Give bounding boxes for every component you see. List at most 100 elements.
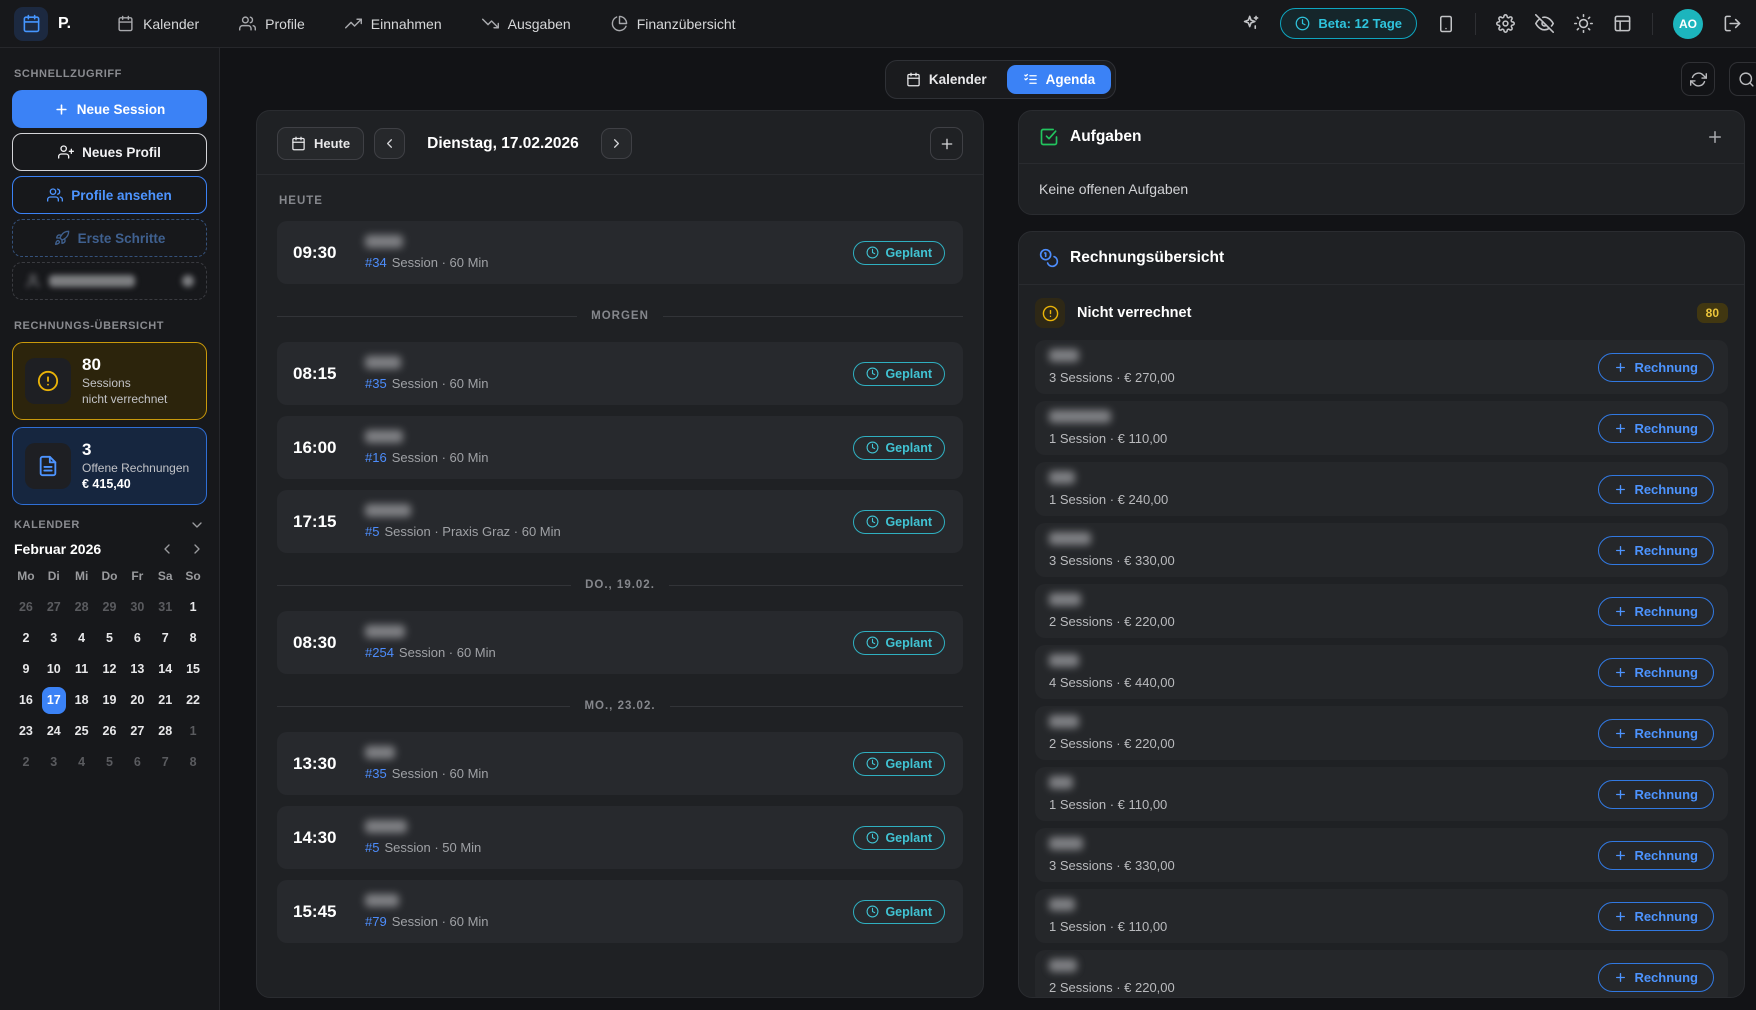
create-invoice-button[interactable]: Rechnung [1598,353,1714,382]
agenda-entry[interactable]: 08:15 #35Session · 60 Min Geplant [277,342,963,405]
calendar-day[interactable]: 8 [181,749,205,776]
create-invoice-button[interactable]: Rechnung [1598,841,1714,870]
nav-profile[interactable]: Profile [239,15,305,32]
invoice-row[interactable]: 3 Sessions · € 270,00 Rechnung [1035,340,1728,394]
calendar-day[interactable]: 15 [181,656,205,683]
settings-button[interactable] [1496,14,1515,33]
avatar[interactable]: AO [1673,9,1703,39]
create-invoice-button[interactable]: Rechnung [1598,719,1714,748]
calendar-day[interactable]: 22 [181,687,205,714]
view-profiles-button[interactable]: Profile ansehen [12,176,207,214]
calendar-day[interactable]: 1 [181,718,205,745]
calendar-day[interactable]: 26 [14,594,38,621]
calendar-day[interactable]: 31 [153,594,177,621]
calendar-day[interactable]: 9 [14,656,38,683]
nav-finanzuebersicht[interactable]: Finanzübersicht [611,15,736,32]
calendar-day[interactable]: 14 [153,656,177,683]
agenda-entry[interactable]: 14:30 #5Session · 50 Min Geplant [277,806,963,869]
calendar-day[interactable]: 1 [181,594,205,621]
add-task-button[interactable] [1706,128,1724,146]
calendar-day[interactable]: 21 [153,687,177,714]
create-invoice-button[interactable]: Rechnung [1598,963,1714,992]
new-profile-button[interactable]: Neues Profil [12,133,207,171]
app-logo[interactable] [14,7,48,41]
create-invoice-button[interactable]: Rechnung [1598,597,1714,626]
nav-ausgaben[interactable]: Ausgaben [482,15,571,32]
uninvoiced-sessions-card[interactable]: 80 Sessions nicht verrechnet [12,342,207,420]
calendar-day[interactable]: 7 [153,749,177,776]
invoice-row[interactable]: 1 Session · € 110,00 Rechnung [1035,767,1728,821]
calendar-day[interactable]: 11 [70,656,94,683]
calendar-day[interactable]: 8 [181,625,205,652]
agenda-entry[interactable]: 08:30 #254Session · 60 Min Geplant [277,611,963,674]
invoice-row[interactable]: 2 Sessions · € 220,00 Rechnung [1035,706,1728,760]
calendar-day[interactable]: 2 [14,625,38,652]
calendar-day[interactable]: 2 [14,749,38,776]
calendar-day[interactable]: 24 [42,718,66,745]
invoice-row[interactable]: 1 Session · € 110,00 Rechnung [1035,889,1728,943]
search-button[interactable] [1729,62,1756,96]
theme-button[interactable] [1574,14,1593,33]
refresh-button[interactable] [1681,62,1715,96]
open-invoices-card[interactable]: 3 Offene Rechnungen € 415,40 [12,427,207,505]
calendar-day[interactable]: 29 [98,594,122,621]
calendar-day[interactable]: 23 [14,718,38,745]
calendar-day[interactable]: 10 [42,656,66,683]
invoice-row[interactable]: 3 Sessions · € 330,00 Rechnung [1035,523,1728,577]
logout-button[interactable] [1723,14,1742,33]
calendar-day[interactable]: 6 [125,625,149,652]
calendar-day[interactable]: 5 [98,749,122,776]
calendar-day[interactable]: 19 [98,687,122,714]
agenda-entry[interactable]: 09:30 #34Session · 60 Min Geplant [277,221,963,284]
calendar-day[interactable]: 25 [70,718,94,745]
calendar-day[interactable]: 5 [98,625,122,652]
nav-einnahmen[interactable]: Einnahmen [345,15,442,32]
agenda-entry[interactable]: 17:15 #5Session · Praxis Graz · 60 Min G… [277,490,963,553]
beta-badge[interactable]: Beta: 12 Tage [1280,8,1417,39]
calendar-day[interactable]: 4 [70,625,94,652]
create-invoice-button[interactable]: Rechnung [1598,414,1714,443]
calendar-day[interactable]: 3 [42,625,66,652]
blurred-quick-item[interactable] [12,262,207,300]
agenda-entry[interactable]: 15:45 #79Session · 60 Min Geplant [277,880,963,943]
nav-kalender[interactable]: Kalender [117,15,199,32]
calendar-day[interactable]: 26 [98,718,122,745]
calendar-day[interactable]: 13 [125,656,149,683]
calendar-day[interactable]: 28 [153,718,177,745]
invoice-row[interactable]: 2 Sessions · € 220,00 Rechnung [1035,950,1728,997]
invoice-row[interactable]: 3 Sessions · € 330,00 Rechnung [1035,828,1728,882]
create-invoice-button[interactable]: Rechnung [1598,658,1714,687]
agenda-entry[interactable]: 16:00 #16Session · 60 Min Geplant [277,416,963,479]
calendar-day[interactable]: 28 [70,594,94,621]
mobile-button[interactable] [1437,15,1455,33]
calendar-day[interactable]: 16 [14,687,38,714]
first-steps-button[interactable]: Erste Schritte [12,219,207,257]
calendar-day[interactable]: 3 [42,749,66,776]
calendar-day[interactable]: 12 [98,656,122,683]
invoice-row[interactable]: 1 Session · € 240,00 Rechnung [1035,462,1728,516]
add-session-button[interactable] [930,127,963,160]
toggle-kalender[interactable]: Kalender [890,65,1003,94]
invoice-row[interactable]: 2 Sessions · € 220,00 Rechnung [1035,584,1728,638]
prev-month-button[interactable] [159,541,175,557]
create-invoice-button[interactable]: Rechnung [1598,536,1714,565]
calendar-day[interactable]: 6 [125,749,149,776]
privacy-button[interactable] [1535,14,1554,33]
calendar-section-header[interactable]: KALENDER [14,517,205,533]
sparkles-button[interactable] [1241,14,1260,33]
next-month-button[interactable] [189,541,205,557]
invoice-row[interactable]: 4 Sessions · € 440,00 Rechnung [1035,645,1728,699]
create-invoice-button[interactable]: Rechnung [1598,902,1714,931]
next-day-button[interactable] [601,128,632,159]
new-session-button[interactable]: Neue Session [12,90,207,128]
toggle-agenda[interactable]: Agenda [1007,65,1112,94]
calendar-day[interactable]: 27 [42,594,66,621]
prev-day-button[interactable] [374,128,405,159]
calendar-day[interactable]: 17 [42,687,66,714]
create-invoice-button[interactable]: Rechnung [1598,780,1714,809]
calendar-day[interactable]: 18 [70,687,94,714]
calendar-day[interactable]: 20 [125,687,149,714]
calendar-day[interactable]: 30 [125,594,149,621]
create-invoice-button[interactable]: Rechnung [1598,475,1714,504]
layout-button[interactable] [1613,14,1632,33]
